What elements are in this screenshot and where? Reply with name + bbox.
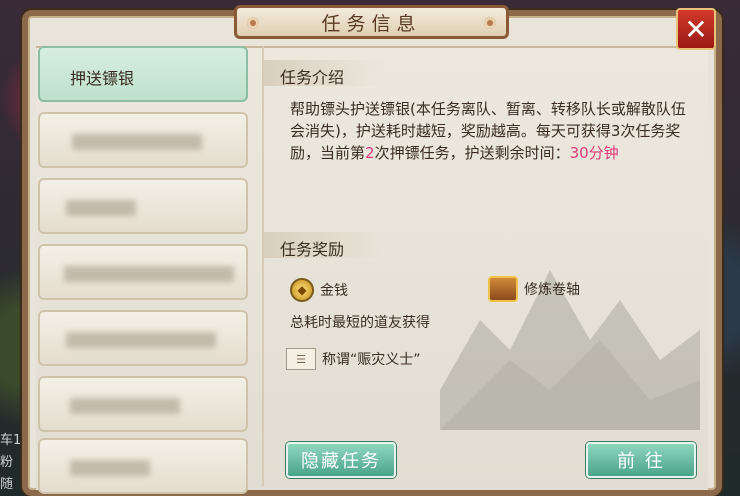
task-list-item[interactable] bbox=[38, 438, 248, 494]
hide-task-label: 隐藏任务 bbox=[301, 451, 381, 472]
current-count: 2 bbox=[365, 144, 375, 162]
reward-note: 总耗时最短的道友获得 bbox=[290, 312, 430, 332]
hide-task-button[interactable]: 隐藏任务 bbox=[286, 442, 396, 478]
ornament-icon bbox=[484, 17, 496, 29]
gold-coin-icon: ◆ bbox=[290, 278, 314, 302]
reward-gold[interactable]: ◆ 金钱 bbox=[290, 278, 348, 302]
ornament-icon bbox=[247, 17, 259, 29]
go-label: 前 往 bbox=[617, 451, 665, 472]
remaining-time: 30分钟 bbox=[569, 144, 619, 162]
title-label: 称谓“赈灾义士” bbox=[322, 352, 421, 368]
gold-label: 金钱 bbox=[320, 283, 348, 299]
window-title: 任务信息 bbox=[321, 12, 422, 35]
go-button[interactable]: 前 往 bbox=[586, 442, 696, 478]
intro-heading: 任务介绍 bbox=[280, 68, 345, 87]
blurred-label bbox=[64, 266, 234, 282]
blurred-label bbox=[66, 332, 216, 348]
task-list-item[interactable] bbox=[38, 178, 248, 234]
task-description: 帮助镖头护送镖银(本任务离队、暂离、转移队长或解散队伍会消失)，护送耗时越短，奖… bbox=[290, 98, 695, 164]
task-list-item[interactable] bbox=[38, 310, 248, 366]
reward-scroll[interactable]: 修炼卷轴 bbox=[488, 276, 580, 302]
side-chat-3: 随 bbox=[0, 477, 14, 492]
task-list-item[interactable] bbox=[38, 244, 248, 300]
desc-text-2: 次押镖任务，护送剩余时间： bbox=[374, 144, 570, 162]
task-list-item[interactable]: 押送镖银 bbox=[38, 46, 248, 102]
reward-note-text: 总耗时最短的道友获得 bbox=[290, 315, 430, 331]
divider bbox=[262, 46, 264, 486]
treasure-chest-icon bbox=[488, 276, 518, 302]
rewards-heading: 任务奖励 bbox=[280, 240, 345, 259]
side-chat-1: 车1 bbox=[0, 433, 22, 448]
ink-mountain-decoration bbox=[440, 270, 700, 430]
task-label: 押送镖银 bbox=[70, 69, 135, 88]
blurred-label bbox=[70, 398, 180, 414]
title-card-icon: ☰ bbox=[286, 348, 316, 370]
title-plate: 任务信息 bbox=[234, 5, 509, 39]
side-chat-2: 粉 bbox=[0, 455, 14, 470]
reward-title[interactable]: ☰ 称谓“赈灾义士” bbox=[286, 348, 421, 370]
close-button[interactable]: ✕ bbox=[676, 8, 716, 50]
blurred-label bbox=[72, 134, 202, 150]
task-list-item[interactable] bbox=[38, 376, 248, 432]
blurred-label bbox=[70, 460, 150, 476]
task-list-item[interactable] bbox=[38, 112, 248, 168]
blurred-label bbox=[66, 200, 136, 216]
scroll-label: 修炼卷轴 bbox=[524, 282, 580, 298]
close-icon: ✕ bbox=[684, 12, 708, 46]
